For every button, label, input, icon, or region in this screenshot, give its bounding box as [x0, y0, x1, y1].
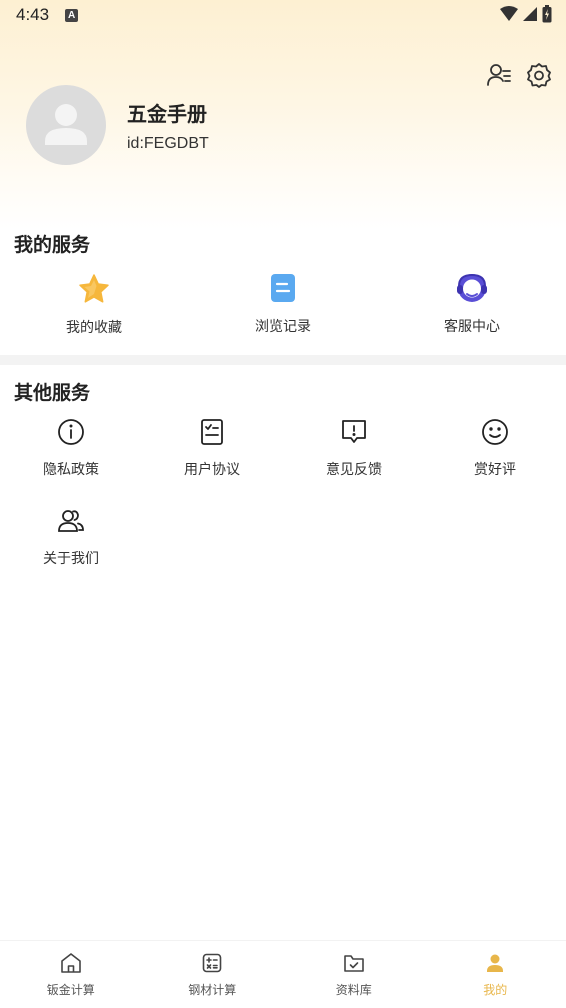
status-indicators: [500, 5, 552, 23]
other-label: 隐私政策: [43, 462, 99, 478]
service-label: 浏览记录: [255, 319, 311, 335]
tab-mine[interactable]: 我的: [425, 941, 566, 1008]
other-label: 关于我们: [43, 551, 99, 567]
other-feedback[interactable]: 意见反馈: [294, 417, 414, 479]
smile-icon: [482, 419, 508, 445]
other-about-us[interactable]: 关于我们: [11, 506, 131, 568]
tab-steel-calc[interactable]: 钢材计算: [142, 941, 284, 1008]
tab-sheet-metal-calc[interactable]: 钣金计算: [0, 941, 142, 1008]
info-icon: [58, 419, 84, 445]
checklist-icon: [201, 419, 223, 445]
tab-library[interactable]: 资料库: [283, 941, 425, 1008]
account-settings-button[interactable]: [486, 62, 512, 88]
other-services-title: 其他服务: [14, 382, 91, 404]
star-icon: [79, 274, 109, 303]
document-icon: [271, 274, 295, 302]
default-avatar-icon: [45, 104, 87, 145]
notification-a-icon: A: [65, 8, 79, 22]
headset-icon: [457, 273, 487, 302]
feedback-icon: [342, 420, 366, 443]
section-divider: [0, 355, 566, 365]
status-time: 4:43: [16, 5, 50, 24]
avatar[interactable]: [26, 85, 106, 165]
calculator-icon: [202, 953, 222, 973]
cellular-signal-icon: [523, 7, 537, 21]
battery-charging-icon: [542, 5, 552, 23]
other-user-agreement[interactable]: 用户协议: [152, 417, 272, 479]
status-bar: 4:43 A: [0, 0, 566, 30]
other-label: 意见反馈: [326, 462, 382, 478]
people-icon: [58, 510, 84, 532]
header-actions: [486, 62, 552, 88]
other-rate-app[interactable]: 赏好评: [435, 417, 555, 479]
folder-icon: [343, 955, 364, 972]
tab-label: 资料库: [335, 983, 372, 997]
service-customer-center[interactable]: 客服中心: [407, 272, 537, 336]
my-services-title: 我的服务: [14, 234, 91, 256]
gear-icon: [527, 63, 551, 88]
service-favorites[interactable]: 我的收藏: [29, 273, 159, 337]
other-label: 用户协议: [184, 462, 240, 478]
bottom-tab-bar: 钣金计算 钢材计算 资料库 我的: [0, 940, 566, 1008]
tab-label: 钢材计算: [188, 983, 237, 997]
other-privacy-policy[interactable]: 隐私政策: [11, 417, 131, 479]
settings-button[interactable]: [526, 62, 552, 88]
service-history[interactable]: 浏览记录: [218, 272, 348, 336]
profile-name: 五金手册: [127, 102, 207, 126]
other-label: 赏好评: [474, 462, 516, 478]
user-icon: [487, 954, 504, 972]
profile-id: id:FEGDBT: [127, 135, 209, 152]
wifi-icon: [500, 6, 518, 21]
service-label: 客服中心: [444, 319, 500, 335]
tab-label: 我的: [483, 983, 508, 997]
tab-label: 钣金计算: [46, 983, 95, 997]
user-list-icon: [487, 64, 511, 86]
home-icon: [60, 953, 81, 973]
service-label: 我的收藏: [66, 320, 122, 336]
